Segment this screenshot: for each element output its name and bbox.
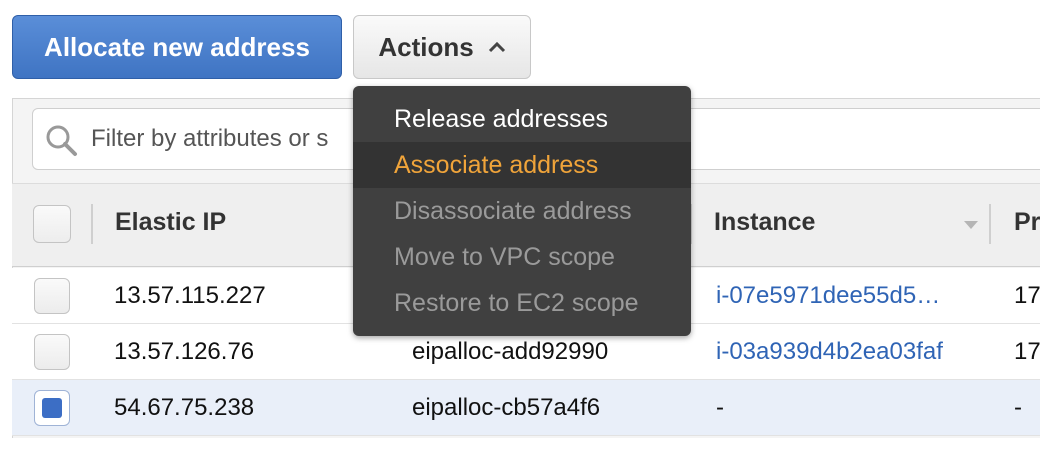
sort-down-icon[interactable] [963, 220, 979, 230]
row-checkbox[interactable] [34, 390, 70, 426]
column-divider [989, 204, 991, 244]
select-all-checkbox[interactable] [33, 205, 71, 243]
allocation-id-cell: eipalloc-add92990 [412, 338, 609, 365]
instance-link[interactable]: i-07e5971dee55d5… [716, 282, 940, 310]
menu-item-release-addresses[interactable]: Release addresses [353, 96, 691, 142]
private-ip-cell: 17 [1014, 338, 1040, 365]
menu-item-move-to-vpc-scope: Move to VPC scope [394, 243, 615, 271]
search-icon [46, 125, 77, 156]
actions-button[interactable]: Actions [353, 15, 531, 79]
column-header-elastic-ip[interactable]: Elastic IP [115, 208, 226, 237]
row-checkbox[interactable] [34, 278, 70, 314]
table-row[interactable]: 54.67.75.238 eipalloc-cb57a4f6 - - [12, 380, 1040, 436]
menu-item-associate-address[interactable]: Associate address [353, 142, 691, 188]
actions-label: Actions [378, 31, 474, 62]
column-header-private-ip[interactable]: Pr [1014, 208, 1040, 237]
menu-item-restore-to-ec2-scope: Restore to EC2 scope [394, 289, 639, 317]
actions-menu: Release addresses Associate address Disa… [353, 86, 691, 336]
elastic-ip-cell: 13.57.115.227 [114, 282, 266, 309]
row-checkbox[interactable] [34, 334, 70, 370]
elastic-ip-cell: 54.67.75.238 [114, 394, 255, 421]
chevron-up-icon [488, 41, 505, 53]
menu-item-disassociate-address: Disassociate address [394, 197, 632, 225]
column-header-instance[interactable]: Instance [714, 208, 815, 237]
private-ip-cell: - [1014, 394, 1022, 421]
instance-link[interactable]: i-03a939d4b2ea03faf [716, 338, 943, 366]
instance-cell: - [716, 394, 724, 421]
elastic-ip-cell: 13.57.126.76 [114, 338, 255, 365]
allocation-id-cell: eipalloc-cb57a4f6 [412, 394, 601, 421]
allocate-new-address-button[interactable]: Allocate new address [12, 15, 342, 79]
filter-input[interactable] [91, 119, 391, 159]
private-ip-cell: 17 [1014, 282, 1040, 309]
column-divider [91, 204, 93, 244]
